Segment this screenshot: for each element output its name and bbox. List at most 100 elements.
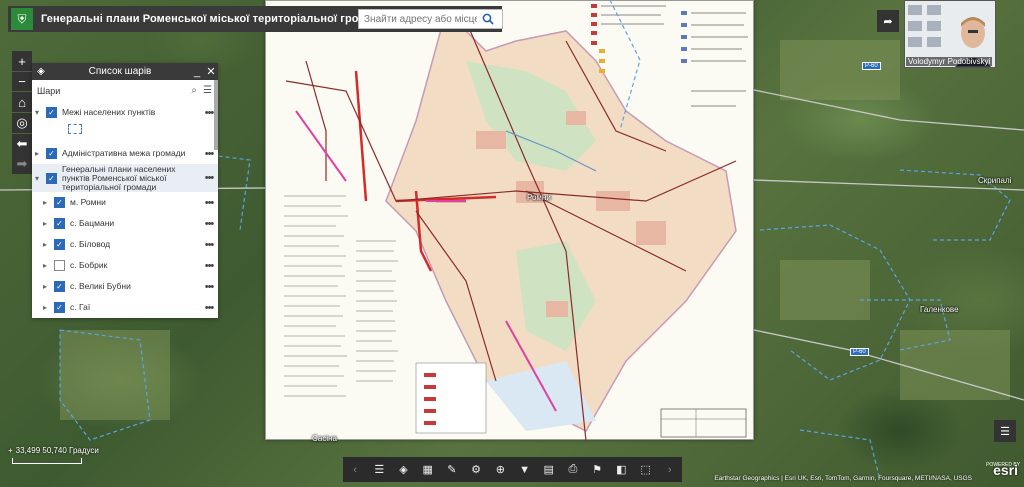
search-input[interactable] <box>359 13 477 25</box>
layer-options-button[interactable]: ••• <box>200 218 218 230</box>
esri-logo[interactable]: esri <box>993 462 1018 478</box>
layer-item[interactable]: ▸ ✓ м. Ромни ••• <box>32 192 218 213</box>
layer-checkbox[interactable]: ✓ <box>54 239 65 250</box>
minimize-button[interactable]: _ <box>190 66 204 78</box>
coordinates-text: 33,499 50,740 Градуси <box>15 445 99 455</box>
filter-icon[interactable]: ☰ <box>203 85 212 96</box>
layers-subheader-label: Шари <box>37 86 61 96</box>
boundary-legend-swatch <box>68 124 82 134</box>
layer-label: Межі населених пунктів <box>62 107 156 117</box>
layer-label: Адміністративна межа громади <box>62 148 186 158</box>
layer-item[interactable]: ▸ ✓ с. Великі Бубни ••• <box>32 276 218 297</box>
road-sign: Р-60 <box>862 62 881 70</box>
print-icon[interactable]: ⎙ <box>563 460 583 480</box>
zoom-out-button[interactable]: − <box>12 71 32 91</box>
layer-options-button[interactable]: ••• <box>200 197 218 209</box>
layer-label: с. Бацмани <box>70 218 115 228</box>
coordinate-readout: + 33,499 50,740 Градуси <box>8 444 99 456</box>
layer-label: с. Великі Бубни <box>70 281 131 291</box>
search-icon[interactable]: ⌕ <box>191 85 197 96</box>
bookmark-icon[interactable]: ⚑ <box>587 460 607 480</box>
chevron-right-icon[interactable]: ▸ <box>40 303 50 312</box>
home-icon: ⌂ <box>18 94 26 110</box>
layer-legend <box>32 123 218 143</box>
analysis-icon[interactable]: ⚙ <box>466 460 486 480</box>
legend-icon[interactable]: ☰ <box>369 460 389 480</box>
app-header: ⛨ Генеральні плани Роменської міської те… <box>8 6 503 32</box>
layer-item[interactable]: ▸ ✓ с. Бацмани ••• <box>32 213 218 234</box>
layer-checkbox[interactable]: ✓ <box>54 218 65 229</box>
map-label-town: Ромни <box>527 193 551 202</box>
chevron-right-icon[interactable]: ▸ <box>40 282 50 291</box>
search-box[interactable] <box>358 9 503 29</box>
panel-header: ◈ Список шарів _ ✕ <box>32 63 218 80</box>
layer-options-button[interactable]: ••• <box>200 239 218 251</box>
panel-title: Список шарів <box>88 66 152 77</box>
map-label-village: Сасіна <box>312 434 337 443</box>
close-icon[interactable]: ✕ <box>204 65 218 78</box>
layers-icon[interactable]: ◈ <box>394 460 414 480</box>
locate-icon: ◎ <box>16 115 28 130</box>
map-label-village: Галенкове <box>920 305 959 314</box>
search-icon[interactable] <box>477 10 499 28</box>
chevron-down-icon[interactable]: ▾ <box>32 108 42 117</box>
layers-subheader: Шари ⌕ ☰ <box>32 80 218 102</box>
layer-checkbox[interactable]: ✓ <box>54 302 65 313</box>
arrow-right-icon[interactable]: ➡ <box>12 154 32 174</box>
layer-item[interactable]: ▾ ✓ Межі населених пунктів ••• <box>32 102 218 123</box>
history-controls: ⬅ ➡ <box>12 134 32 174</box>
list-icon: ☰ <box>1000 425 1010 438</box>
edit-icon[interactable]: ▤ <box>539 460 559 480</box>
prev-icon[interactable]: ‹ <box>345 460 365 480</box>
chevron-right-icon[interactable]: ▸ <box>40 261 50 270</box>
next-icon[interactable]: › <box>660 460 680 480</box>
zoom-in-button[interactable]: + <box>12 51 32 71</box>
layer-checkbox[interactable] <box>54 260 65 271</box>
map-label-village: Скрипалі <box>978 176 1012 185</box>
layer-item[interactable]: ▸ ✓ с. Біловод ••• <box>32 234 218 255</box>
draw-icon[interactable]: ✎ <box>442 460 462 480</box>
basemap-icon[interactable]: ▦ <box>418 460 438 480</box>
plus-icon: + <box>8 445 13 455</box>
layer-item[interactable]: ▸ ✓ Адміністративна межа громади ••• <box>32 143 218 164</box>
chevron-right-icon[interactable]: ▸ <box>40 240 50 249</box>
scale-bar <box>12 458 82 464</box>
layer-checkbox[interactable]: ✓ <box>54 197 65 208</box>
coat-of-arms-icon: ⛨ <box>11 8 33 30</box>
chevron-right-icon[interactable]: ▸ <box>40 198 50 207</box>
layer-item[interactable]: ▸ ✓ с. Гаї ••• <box>32 297 218 318</box>
zoom-controls: + − <box>12 51 32 91</box>
layer-options-button[interactable]: ••• <box>200 302 218 314</box>
layer-checkbox[interactable]: ✓ <box>54 281 65 292</box>
arrow-left-icon[interactable]: ⬅ <box>12 134 32 154</box>
layer-checkbox[interactable]: ✓ <box>46 148 57 159</box>
layer-options-button[interactable]: ••• <box>200 260 218 272</box>
chevron-right-icon[interactable]: ▸ <box>40 219 50 228</box>
measure-icon[interactable]: ⊕ <box>490 460 510 480</box>
legend-toggle-button[interactable]: ☰ <box>994 420 1016 442</box>
share-button[interactable]: ➦ <box>877 10 899 32</box>
video-thumbnail: Volodymyr Podobivskyi <box>904 0 996 68</box>
layer-options-button[interactable]: ••• <box>200 172 218 184</box>
layer-checkbox[interactable]: ✓ <box>46 107 57 118</box>
chevron-down-icon[interactable]: ▾ <box>32 174 42 183</box>
layer-label: с. Гаї <box>70 302 91 312</box>
layer-options-button[interactable]: ••• <box>200 107 218 119</box>
share-icon: ➦ <box>883 15 893 28</box>
locate-button[interactable]: ◎ <box>12 113 32 133</box>
layer-label: Генеральні плани населених пунктів Ромен… <box>62 163 176 192</box>
app-title: Генеральні плани Роменської міської тери… <box>41 13 387 25</box>
layer-label: с. Бобрик <box>70 260 108 270</box>
share-icon[interactable]: ⬚ <box>636 460 656 480</box>
attribution-text[interactable]: Earthstar Geographics | Esri UK, Esri, T… <box>714 475 972 482</box>
layer-checkbox[interactable]: ✓ <box>46 172 57 184</box>
home-button[interactable]: ⌂ <box>12 92 32 112</box>
layer-options-button[interactable]: ••• <box>200 148 218 160</box>
layer-item[interactable]: ▸ с. Бобрик ••• <box>32 255 218 276</box>
layer-item[interactable]: ▾ ✓ Генеральні плани населених пунктів Р… <box>32 164 218 192</box>
layer-label: с. Біловод <box>70 239 111 249</box>
chevron-right-icon[interactable]: ▸ <box>32 149 42 158</box>
layer-options-button[interactable]: ••• <box>200 281 218 293</box>
swipe-icon[interactable]: ◧ <box>611 460 631 480</box>
filter-icon[interactable]: ▼ <box>515 460 535 480</box>
